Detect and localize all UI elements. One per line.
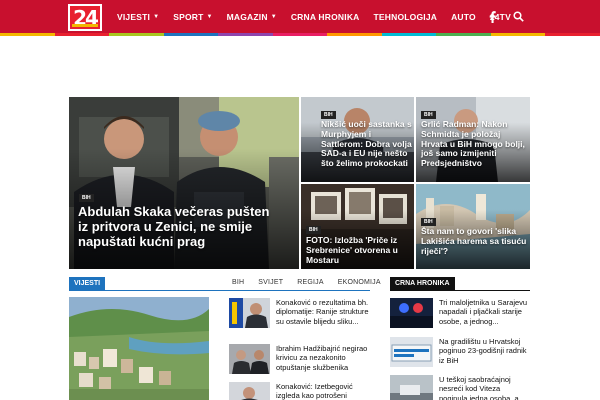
hero-tile-4-title[interactable]: Šta nam to govori 'slika Lakišića harema… [421, 226, 527, 256]
filter-bih[interactable]: BIH [232, 279, 244, 286]
list-item-thumbnail [390, 375, 433, 400]
nav-label: SPORT [173, 11, 204, 22]
nav-label: CRNA HRONIKA [290, 11, 360, 22]
category-badge[interactable]: BIH [306, 226, 321, 234]
hero-tile-2-title[interactable]: Grlić Radman: Nakon Schmidta je položaj … [421, 119, 527, 169]
chevron-down-icon: ▼ [206, 13, 213, 20]
chevron-down-icon: ▼ [153, 13, 160, 20]
stripe-segment [0, 33, 55, 36]
section-divider [69, 290, 370, 291]
nav-label: VIJESTI [117, 11, 151, 22]
site-logo[interactable]: 24 [68, 4, 102, 31]
hero-tile-1[interactable]: BIH Nikšić uoči sastanka s Murphyjem i S… [301, 97, 414, 182]
list-item[interactable]: Na gradilištu u Hrvatskoj poginuo 23-god… [390, 337, 530, 367]
nav-sport[interactable]: SPORT ▼ [166, 0, 219, 33]
facebook-icon[interactable] [486, 10, 498, 23]
list-item-thumbnail [229, 344, 270, 374]
hero-main-title[interactable]: Abdulah Skaka večeras pušten iz pritvora… [78, 204, 278, 250]
filter-svijet[interactable]: SVIJET [258, 279, 283, 286]
list-item-title[interactable]: Ibrahim Hadžibajrić negirao krivicu za n… [276, 344, 371, 374]
stripe-segment [109, 33, 164, 36]
filter-ekonomija[interactable]: EKONOMIJA [338, 279, 381, 286]
stripe-segment [490, 33, 546, 36]
hero-tile-4[interactable]: BIH Šta nam to govori 'slika Lakišića ha… [416, 184, 530, 269]
filter-regija[interactable]: REGIJA [297, 279, 323, 286]
list-item-title[interactable]: Na gradilištu u Hrvatskoj poginuo 23-god… [439, 337, 530, 367]
top-navigation-bar: 24 VIJESTI ▼ SPORT ▼ MAGAZIN ▼ CRNA HRONIKA… [0, 0, 600, 36]
section-tag-vijesti[interactable]: VIJESTI [69, 277, 106, 290]
list-item[interactable]: Ibrahim Hadžibajrić negirao krivicu za n… [229, 344, 371, 374]
vijesti-filters: BIH SVIJET REGIJA EKONOMIJA [232, 279, 381, 286]
nav-label: AUTO [451, 11, 476, 22]
nav-label: MAGAZIN [226, 11, 268, 22]
section-divider [390, 290, 530, 291]
list-item-thumbnail [229, 298, 270, 328]
category-badge[interactable]: BIH [321, 111, 336, 119]
vijesti-feature-image [69, 297, 209, 400]
category-badge[interactable]: BIH [421, 111, 436, 119]
stripe-segment [327, 33, 382, 36]
category-badge[interactable]: BIH [421, 218, 436, 226]
main-menu: VIJESTI ▼ SPORT ▼ MAGAZIN ▼ CRNA HRONIKA TE… [110, 0, 518, 33]
logo-accent [72, 24, 98, 27]
color-stripe [0, 33, 600, 36]
stripe-segment [381, 33, 437, 36]
hero-tile-3-title[interactable]: FOTO: Izložba 'Priče iz Srebrenice' otvo… [306, 235, 410, 265]
category-badge[interactable]: BIH [79, 194, 94, 202]
stripe-segment [436, 33, 491, 36]
stripe-segment [545, 33, 600, 36]
search-icon[interactable] [512, 11, 524, 23]
hero-tile-3[interactable]: BIH FOTO: Izložba 'Priče iz Srebrenice' … [301, 184, 414, 269]
stripe-segment [163, 33, 219, 36]
list-item-thumbnail [390, 337, 433, 367]
list-item-title[interactable]: Konaković o rezultatima bh. diplomatije:… [276, 298, 371, 328]
nav-magazin[interactable]: MAGAZIN ▼ [220, 0, 284, 33]
hero-tile-1-title[interactable]: Nikšić uoči sastanka s Murphyjem i Sattl… [321, 119, 413, 169]
list-item[interactable]: Konaković: Izetbegović izgleda kao potro… [229, 382, 371, 400]
stripe-segment [218, 33, 273, 36]
nav-tehnologija[interactable]: TEHNOLOGIJA [367, 0, 445, 33]
list-item-title[interactable]: Tri maloljetnika u Sarajevu napadali i p… [439, 298, 530, 328]
list-item[interactable]: Konaković o rezultatima bh. diplomatije:… [229, 298, 371, 328]
nav-crna-hronika[interactable]: CRNA HRONIKA [284, 0, 367, 33]
section-tag-crna-hronika[interactable]: CRNA HRONIKA [390, 277, 455, 290]
stripe-segment [54, 33, 110, 36]
nav-label: TEHNOLOGIJA [373, 11, 438, 22]
hero-tile-2[interactable]: BIH Grlić Radman: Nakon Schmidta je polo… [416, 97, 530, 182]
list-item-thumbnail [229, 382, 270, 400]
nav-vijesti[interactable]: VIJESTI ▼ [110, 0, 166, 33]
header-icons [486, 0, 524, 33]
list-item[interactable]: U teškoj saobraćajnoj nesreći kod Viteza… [390, 375, 530, 400]
list-item[interactable]: Tri maloljetnika u Sarajevu napadali i p… [390, 298, 530, 328]
list-item-thumbnail [390, 298, 433, 328]
list-item-title[interactable]: U teškoj saobraćajnoj nesreći kod Viteza… [439, 375, 530, 400]
stripe-segment [272, 33, 328, 36]
hero-main-article[interactable]: BIH Abdulah Skaka večeras pušten iz prit… [69, 97, 299, 269]
nav-auto[interactable]: AUTO [444, 0, 483, 33]
chevron-down-icon: ▼ [270, 13, 277, 20]
list-item-title[interactable]: Konaković: Izetbegović izgleda kao potro… [276, 382, 371, 400]
vijesti-feature-article[interactable] [69, 297, 209, 400]
